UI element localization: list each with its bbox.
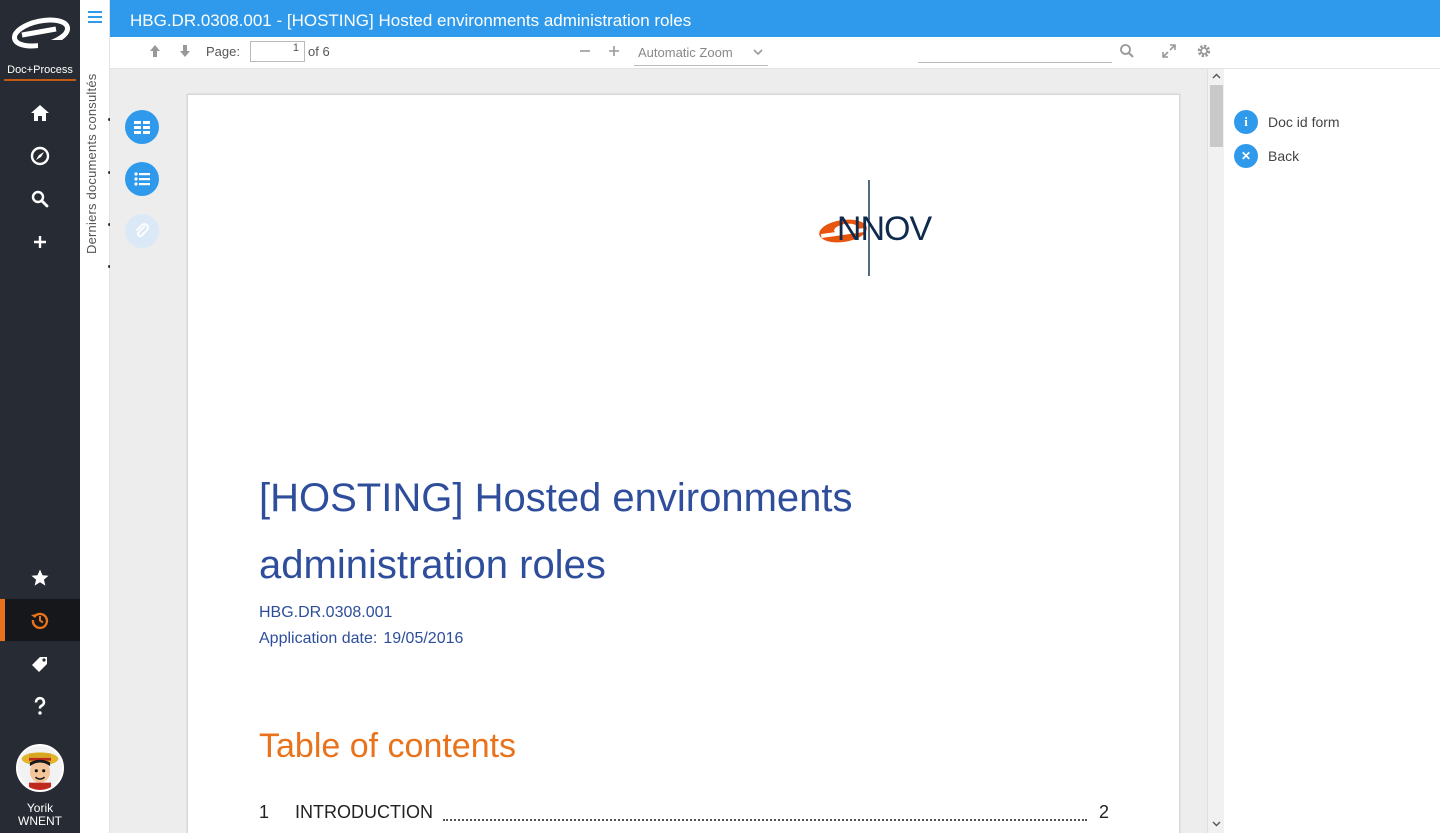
nav-create[interactable] xyxy=(0,221,80,263)
recent-documents-panel: Derniers documents consultés xyxy=(80,0,110,833)
document-reference: HBG.DR.0308.001 xyxy=(259,604,393,621)
nav-favorites[interactable] xyxy=(0,557,80,599)
scroll-up-icon[interactable] xyxy=(1211,71,1222,82)
ennov-logo: eNNOV xyxy=(818,180,1038,280)
doc-id-form-link[interactable]: i Doc id form xyxy=(1234,110,1340,134)
home-icon xyxy=(31,105,49,121)
nav-home[interactable] xyxy=(0,92,80,134)
application-date: Application date: 19/05/2016 xyxy=(259,630,463,648)
heading-line-1: [HOSTING] Hosted environments xyxy=(259,476,853,520)
back-link[interactable]: ✕ Back xyxy=(1234,144,1299,168)
search-icon[interactable] xyxy=(1119,43,1135,59)
nav-history[interactable] xyxy=(0,599,80,641)
logo-text: eNNOV xyxy=(836,210,932,248)
fullscreen-icon[interactable] xyxy=(1161,43,1177,59)
compass-icon xyxy=(30,146,50,166)
list-icon xyxy=(134,172,150,186)
nav-search[interactable] xyxy=(0,178,80,220)
star-icon xyxy=(31,569,49,586)
viewer-scrollbar[interactable] xyxy=(1207,69,1224,833)
logo-mark-icon xyxy=(11,17,70,49)
doc-id-form-label: Doc id form xyxy=(1268,114,1340,130)
document-page: eNNOV [HOSTING] Hosted environments admi… xyxy=(187,94,1180,833)
help-icon xyxy=(34,696,46,715)
zoom-value: Automatic Zoom xyxy=(638,45,733,60)
tag-icon xyxy=(32,657,47,672)
chevron-down-icon xyxy=(753,49,763,56)
zoom-select[interactable]: Automatic Zoom xyxy=(634,41,768,66)
brand-name: Doc+Process xyxy=(7,64,73,76)
close-icon: ✕ xyxy=(1234,144,1258,168)
actions-panel: i Doc id form ✕ Back xyxy=(1224,69,1440,833)
arrow-up-icon[interactable] xyxy=(147,43,163,59)
user-name[interactable]: Yorik WNENT xyxy=(0,802,80,828)
viewer-toolbar: Page: 1 of 6 Automatic Zoom xyxy=(110,37,1440,69)
grid-view-button[interactable] xyxy=(125,110,159,144)
menu-icon[interactable] xyxy=(87,10,103,24)
toc-entry[interactable]: 1 INTRODUCTION 2 xyxy=(259,802,1109,826)
recent-documents-label[interactable]: Derniers documents consultés xyxy=(84,74,99,254)
page-count: of 6 xyxy=(308,44,330,59)
table-icon xyxy=(134,121,150,134)
toc-entry-number: 1 xyxy=(259,802,270,822)
application-date-value: 19/05/2016 xyxy=(383,630,464,647)
user-last-name: WNENT xyxy=(18,814,62,828)
attachments-button[interactable] xyxy=(125,214,159,248)
nav-help[interactable] xyxy=(0,685,80,727)
app-logo[interactable]: Doc+Process xyxy=(0,0,80,82)
info-icon: i xyxy=(1234,110,1258,134)
app-root: Doc+Process Yorik WNENT Derniers documen… xyxy=(0,0,1440,833)
avatar-image xyxy=(18,746,62,790)
list-view-button[interactable] xyxy=(125,162,159,196)
page-number-input[interactable]: 1 xyxy=(250,41,305,62)
zoom-in-icon[interactable] xyxy=(606,43,622,59)
arrow-down-icon[interactable] xyxy=(177,43,193,59)
title-bar: HBG.DR.0308.001 - [HOSTING] Hosted envir… xyxy=(110,0,1440,37)
nav-tags[interactable] xyxy=(0,643,80,685)
pdf-viewer[interactable]: eNNOV [HOSTING] Hosted environments admi… xyxy=(110,69,1207,833)
application-date-label: Application date: xyxy=(259,630,378,647)
gear-icon[interactable] xyxy=(1196,43,1212,59)
scrollbar-thumb[interactable] xyxy=(1210,85,1223,147)
page-label: Page: xyxy=(206,44,240,59)
left-nav: Doc+Process Yorik WNENT xyxy=(0,0,80,833)
toc-entry-page: 2 xyxy=(1098,802,1109,822)
toc-entry-label: INTRODUCTION xyxy=(295,802,433,822)
avatar[interactable] xyxy=(16,744,64,792)
back-label: Back xyxy=(1268,148,1300,164)
search-icon xyxy=(31,190,49,208)
heading-line-2: administration roles xyxy=(259,543,606,587)
brand-underline xyxy=(4,79,76,81)
nav-explore[interactable] xyxy=(0,135,80,177)
toc-title: Table of contents xyxy=(259,727,517,765)
plus-icon xyxy=(34,236,46,248)
toc-leader xyxy=(443,819,1087,821)
document-heading: [HOSTING] Hosted environments administra… xyxy=(259,465,1019,599)
paperclip-icon xyxy=(135,223,149,237)
scroll-down-icon[interactable] xyxy=(1211,818,1222,829)
zoom-out-icon[interactable] xyxy=(577,43,593,59)
history-icon xyxy=(31,612,49,630)
document-title: HBG.DR.0308.001 - [HOSTING] Hosted envir… xyxy=(130,11,692,30)
search-input[interactable] xyxy=(918,41,1112,63)
